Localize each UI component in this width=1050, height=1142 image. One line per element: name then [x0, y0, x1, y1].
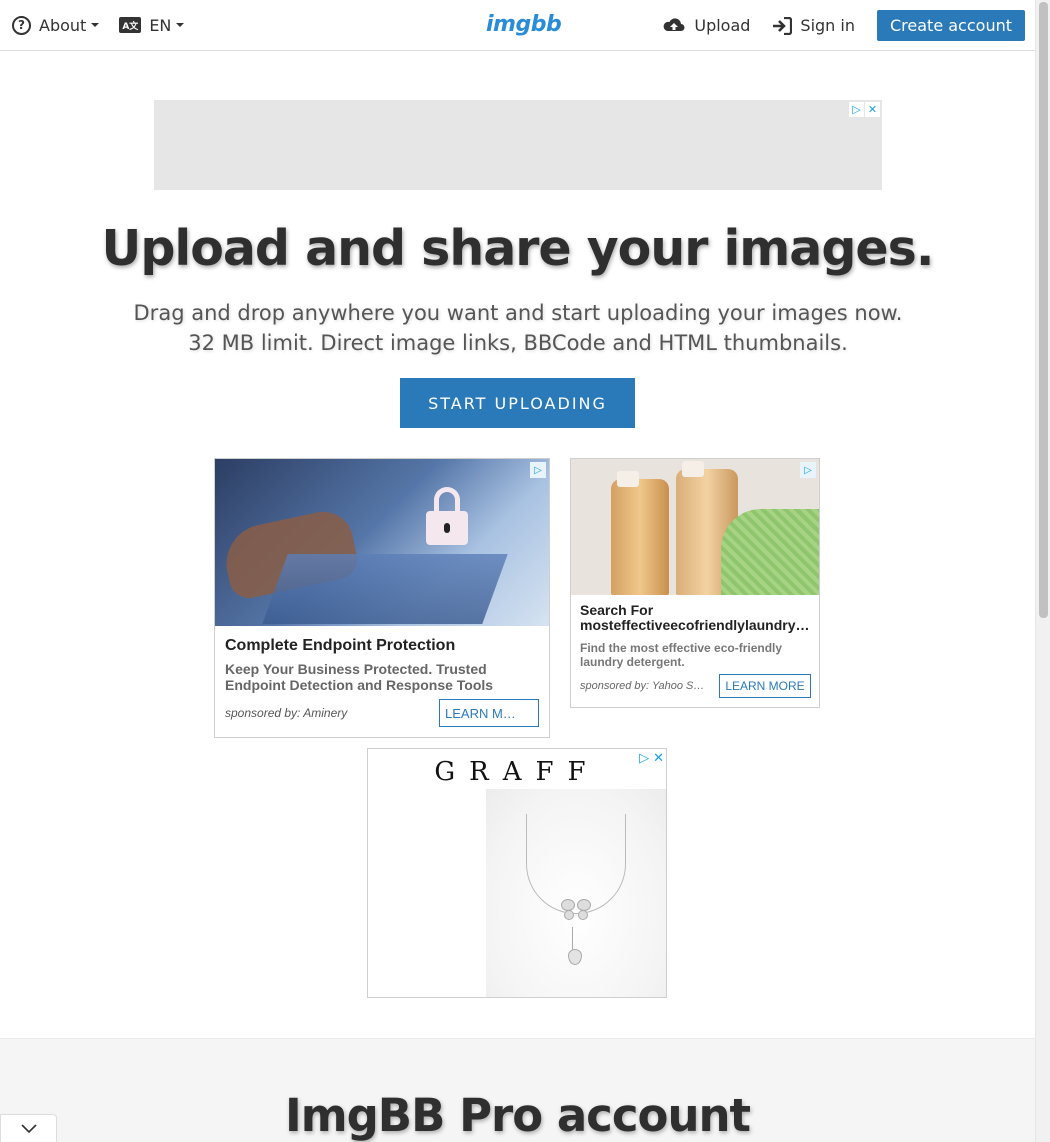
collapse-ad-button[interactable]: [0, 1114, 57, 1142]
language-icon: A文: [119, 17, 142, 33]
scrollbar[interactable]: [1035, 0, 1050, 1142]
pendant-stone: [568, 949, 582, 965]
pro-section: ImgBB Pro account: [0, 1038, 1035, 1142]
nav-right: Upload Sign in Create account: [662, 10, 1025, 41]
close-icon[interactable]: ✕: [865, 102, 880, 117]
adchoices[interactable]: ▷ ✕: [639, 751, 664, 766]
ad-description: Keep Your Business Protected. Trusted En…: [225, 661, 494, 693]
ad-title[interactable]: Complete Endpoint Protection: [225, 637, 455, 655]
caret-down-icon: [176, 23, 185, 27]
close-icon[interactable]: ✕: [653, 751, 664, 766]
ad-description: Find the most effective eco-friendly lau…: [580, 641, 783, 669]
adchoices-icon[interactable]: ▷: [800, 462, 816, 478]
ad-image: [571, 459, 819, 595]
upload-label: Upload: [694, 16, 751, 35]
hero-title: Upload and share your images.: [101, 220, 935, 277]
help-circle-icon: ?: [12, 15, 31, 35]
ad-sponsor: sponsored by: Yahoo Se…: [580, 680, 710, 692]
adchoices-icon[interactable]: ▷: [849, 102, 864, 117]
learn-more-button[interactable]: LEARN M…: [439, 699, 539, 727]
ad-title[interactable]: Search For mosteffectiveecofriendlylaund…: [580, 603, 812, 633]
graff-logo: GRAFF: [434, 757, 600, 787]
start-uploading-button[interactable]: START UPLOADING: [400, 378, 635, 428]
adchoices[interactable]: ▷ ✕: [849, 102, 880, 117]
signin-label: Sign in: [800, 16, 855, 35]
chevron-down-icon: [20, 1123, 37, 1133]
lock-icon: [426, 487, 468, 545]
ad-title-line1: Search For: [580, 602, 654, 618]
learn-more-button[interactable]: LEARN MORE: [719, 674, 811, 698]
banner-ad[interactable]: ▷ ✕: [154, 100, 882, 190]
butterfly-pendant: [561, 899, 591, 923]
language-label: EN: [149, 15, 172, 35]
hero-description: Drag and drop anywhere you want and star…: [133, 301, 903, 355]
adchoices-icon[interactable]: ▷: [530, 462, 546, 478]
ad-title-line2: mosteffectiveecofriendlylaundry…: [580, 618, 810, 633]
about-menu[interactable]: ? About: [12, 15, 100, 35]
ad-image-bottle: [611, 471, 669, 595]
about-label: About: [39, 15, 87, 35]
ad-sponsor: sponsored by: Aminery: [225, 706, 348, 720]
language-menu[interactable]: A文 EN: [119, 15, 185, 35]
upload-link[interactable]: Upload: [662, 16, 750, 35]
caret-down-icon: [91, 23, 100, 27]
graff-ad[interactable]: GRAFF ▷ ✕: [367, 748, 667, 998]
scrollbar-thumb[interactable]: [1039, 2, 1048, 618]
cloud-upload-icon: [663, 17, 685, 31]
adchoices-icon[interactable]: ▷: [639, 751, 649, 766]
native-ad-endpoint[interactable]: ▷ Complete Endpoint Protection Keep Your…: [214, 458, 550, 738]
site-logo[interactable]: imgbb: [486, 12, 562, 37]
ad-image-towel: [721, 509, 819, 595]
create-account-button[interactable]: Create account: [877, 10, 1025, 41]
necklace-image: [486, 789, 666, 997]
ad-image: [215, 459, 549, 626]
pro-title: ImgBB Pro account: [284, 1089, 751, 1142]
ad-image-keyboard: [262, 554, 508, 624]
signin-link[interactable]: Sign in: [772, 16, 855, 35]
top-navigation-bar: ? About A文 EN imgbb Upload Sign in Creat…: [0, 0, 1035, 51]
native-ad-laundry[interactable]: ▷ Search For mosteffectiveecofriendlylau…: [570, 458, 820, 708]
nav-left: ? About A文 EN: [12, 0, 185, 50]
sign-in-icon: [773, 16, 793, 35]
